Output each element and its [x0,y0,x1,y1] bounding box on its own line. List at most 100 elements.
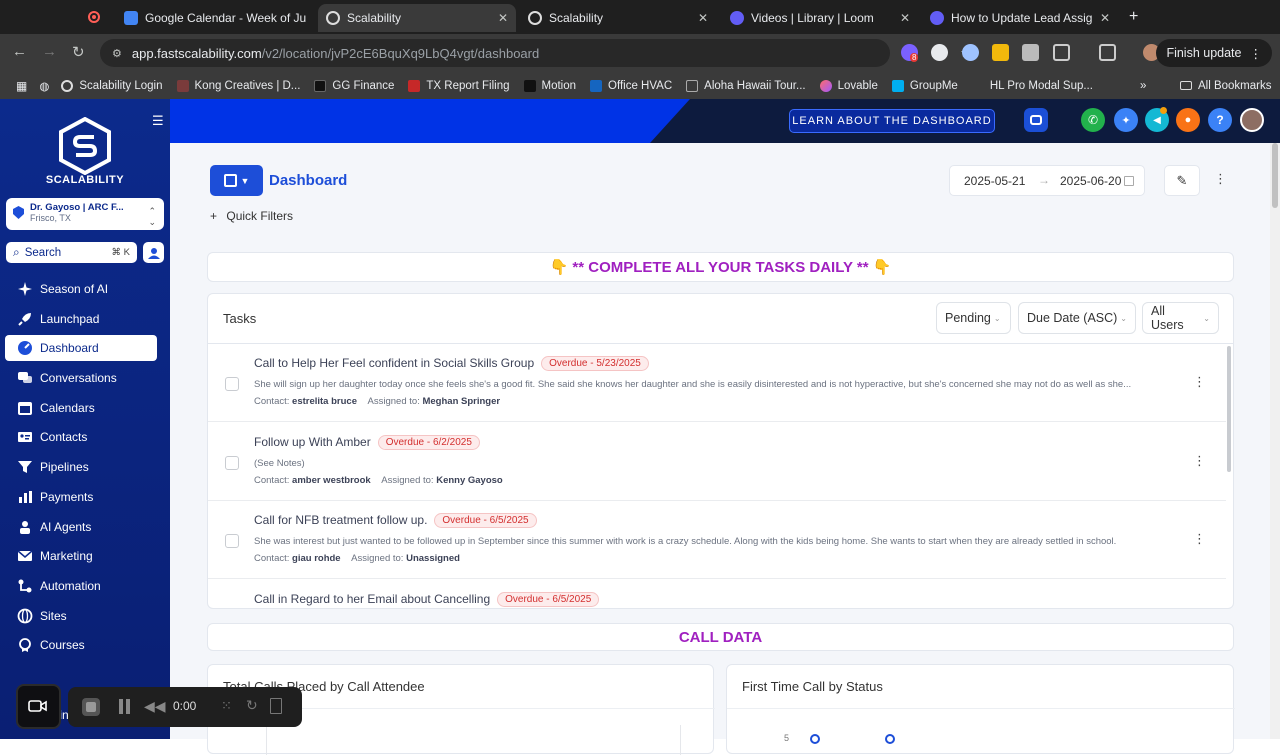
date-range-picker[interactable]: 2025-05-21 → 2025-06-20 [949,165,1145,196]
sidebar-item-dashboard[interactable]: Dashboard [5,335,157,362]
location-switcher[interactable]: Dr. Gayoso | ARC F... Frisco, TX ⌃ ⌄ [6,198,164,230]
search-input[interactable]: ⌕ Search ⌘ K [6,242,137,263]
sidebar-item-pipelines[interactable]: Pipelines [5,454,157,480]
all-bookmarks[interactable]: All Bookmarks [1180,80,1272,92]
task-checkbox[interactable] [225,377,239,391]
chart-gridline [266,725,267,755]
page-scrollbar[interactable] [1270,143,1280,739]
sidebar-item-contacts[interactable]: Contacts [5,424,157,450]
scrollbar-thumb[interactable] [1272,143,1278,208]
quick-filters-button[interactable]: + Quick Filters [210,209,293,223]
ai-sparkle-icon[interactable]: ✦ [1114,108,1138,132]
dashboard-switcher-button[interactable]: ▼ [210,165,263,196]
extension-icon[interactable] [992,44,1009,61]
restart-icon[interactable]: ↻ [246,697,258,714]
drag-handle-icon[interactable]: ⁙ [221,698,232,714]
site-info-icon[interactable]: ⚙ [112,47,122,60]
task-contact[interactable]: estrelita bruce [292,396,357,407]
sidebar-item-season-of-ai[interactable]: Season of AI [5,276,157,302]
browser-tab[interactable]: How to Update Lead Assignm ✕ [922,4,1118,32]
sidebar-item-sites[interactable]: Sites [5,603,157,629]
profile-icon[interactable] [143,242,164,263]
close-icon[interactable]: ✕ [900,11,910,25]
status-filter-dropdown[interactable]: Pending ⌄ [936,302,1011,334]
browser-tab[interactable]: Google Calendar - Week of Ju [116,4,316,32]
loom-icon [930,11,944,25]
gauge-icon [18,341,32,356]
apps-icon[interactable]: ▦ [16,79,27,93]
task-menu-icon[interactable]: ⋮ [1193,453,1206,469]
stop-icon[interactable] [82,698,100,716]
extension-icon[interactable] [931,44,948,61]
collapse-menu-icon[interactable]: ☰ [152,113,164,129]
trash-icon[interactable] [270,698,282,714]
tasks-scrollbar[interactable] [1227,346,1231,472]
address-bar[interactable]: ⚙ app.fastscalability.com /v2/location/j… [100,39,972,67]
user-avatar[interactable] [1240,108,1264,132]
cast-icon[interactable] [1099,44,1116,61]
reload-icon[interactable]: ↻ [72,43,85,61]
browser-tab[interactable]: Videos | Library | Loom ✕ [722,4,918,32]
extension-icon[interactable] [1022,44,1039,61]
task-row[interactable]: Call to Help Her Feel confident in Socia… [208,344,1226,422]
bell-icon[interactable]: ● [1176,108,1200,132]
extension-icon[interactable] [962,44,979,61]
close-icon[interactable]: ✕ [698,11,708,25]
bookmark[interactable]: Lovable [819,79,878,92]
globe-icon[interactable]: ◍ [39,79,49,93]
learn-dashboard-button[interactable]: LEARN ABOUT THE DASHBOARD [789,109,995,133]
task-menu-icon[interactable]: ⋮ [1193,374,1206,390]
extension-icon[interactable]: 8 [901,44,919,62]
edit-dashboard-button[interactable]: ✎ [1164,165,1200,196]
bookmark[interactable]: TX Report Filing [408,79,510,92]
task-row[interactable]: Call for NFB treatment follow up. Overdue… [208,501,1226,579]
browser-tab-active[interactable]: Scalability ✕ [318,4,516,32]
sidebar-item-payments[interactable]: Payments [5,484,157,510]
task-row[interactable]: Follow up With Amber Overdue - 6/2/2025 (… [208,423,1226,501]
task-checkbox[interactable] [225,456,239,470]
sidebar-item-automation[interactable]: Automation [5,573,157,599]
task-menu-icon[interactable]: ⋮ [1193,531,1206,547]
more-options-icon[interactable]: ⋮ [1214,171,1227,187]
task-checkbox[interactable] [225,534,239,548]
sort-dropdown[interactable]: Due Date (ASC) ⌄ [1018,302,1136,334]
tasks-title: Tasks [223,311,257,326]
location-city: Frisco, TX [30,213,71,223]
close-icon[interactable]: ✕ [1100,11,1110,25]
more-bookmarks-icon[interactable]: » [1140,80,1146,92]
users-filter-dropdown[interactable]: All Users ⌄ [1142,302,1219,334]
camera-toggle-button[interactable] [16,684,61,729]
phone-icon[interactable]: ✆ [1081,108,1105,132]
forward-icon[interactable]: → [42,43,57,60]
bookmark[interactable]: Aloha Hawaii Tour... [686,79,806,92]
sidebar-item-ai-agents[interactable]: AI Agents [5,514,157,540]
sidebar-item-conversations[interactable]: Conversations [5,365,157,391]
puzzle-icon[interactable] [1053,44,1070,61]
task-meta: Contact: estrelita bruce Assigned to: Me… [254,396,500,407]
back-icon[interactable]: ← [12,43,27,60]
search-icon: ⌕ [13,245,20,259]
bookmark[interactable]: Motion [523,79,576,92]
pause-icon[interactable] [118,699,132,715]
chat-icon[interactable] [1024,108,1048,132]
task-meta: Contact: amber westbrook Assigned to: Ke… [254,475,503,486]
bookmark[interactable]: Kong Creatives | D... [176,79,300,92]
bookmark[interactable]: GroupMe [891,79,958,92]
sidebar-item-marketing[interactable]: Marketing [5,543,157,569]
sidebar-item-calendars[interactable]: Calendars [5,395,157,421]
finish-update-button[interactable]: Finish update ⋮ [1156,39,1272,67]
close-icon[interactable]: ✕ [498,11,508,25]
bookmark[interactable]: Office HVAC [590,79,672,92]
task-row[interactable]: Call in Regard to her Email about Cancel… [208,580,1226,608]
rewind-icon[interactable]: ◀◀ [144,698,166,715]
bookmark[interactable]: HL Pro Modal Sup... [972,80,1093,92]
browser-tab[interactable]: Scalability ✕ [520,4,716,32]
sidebar-item-launchpad[interactable]: Launchpad [5,306,157,332]
bookmark[interactable]: Scalability Login [61,79,163,92]
new-tab-icon[interactable]: + [1129,8,1138,26]
help-icon[interactable]: ? [1208,108,1232,132]
task-contact[interactable]: giau rohde [292,553,341,564]
task-contact[interactable]: amber westbrook [292,475,371,486]
sidebar-item-courses[interactable]: Courses [5,632,157,658]
bookmark[interactable]: GG Finance [314,79,394,92]
